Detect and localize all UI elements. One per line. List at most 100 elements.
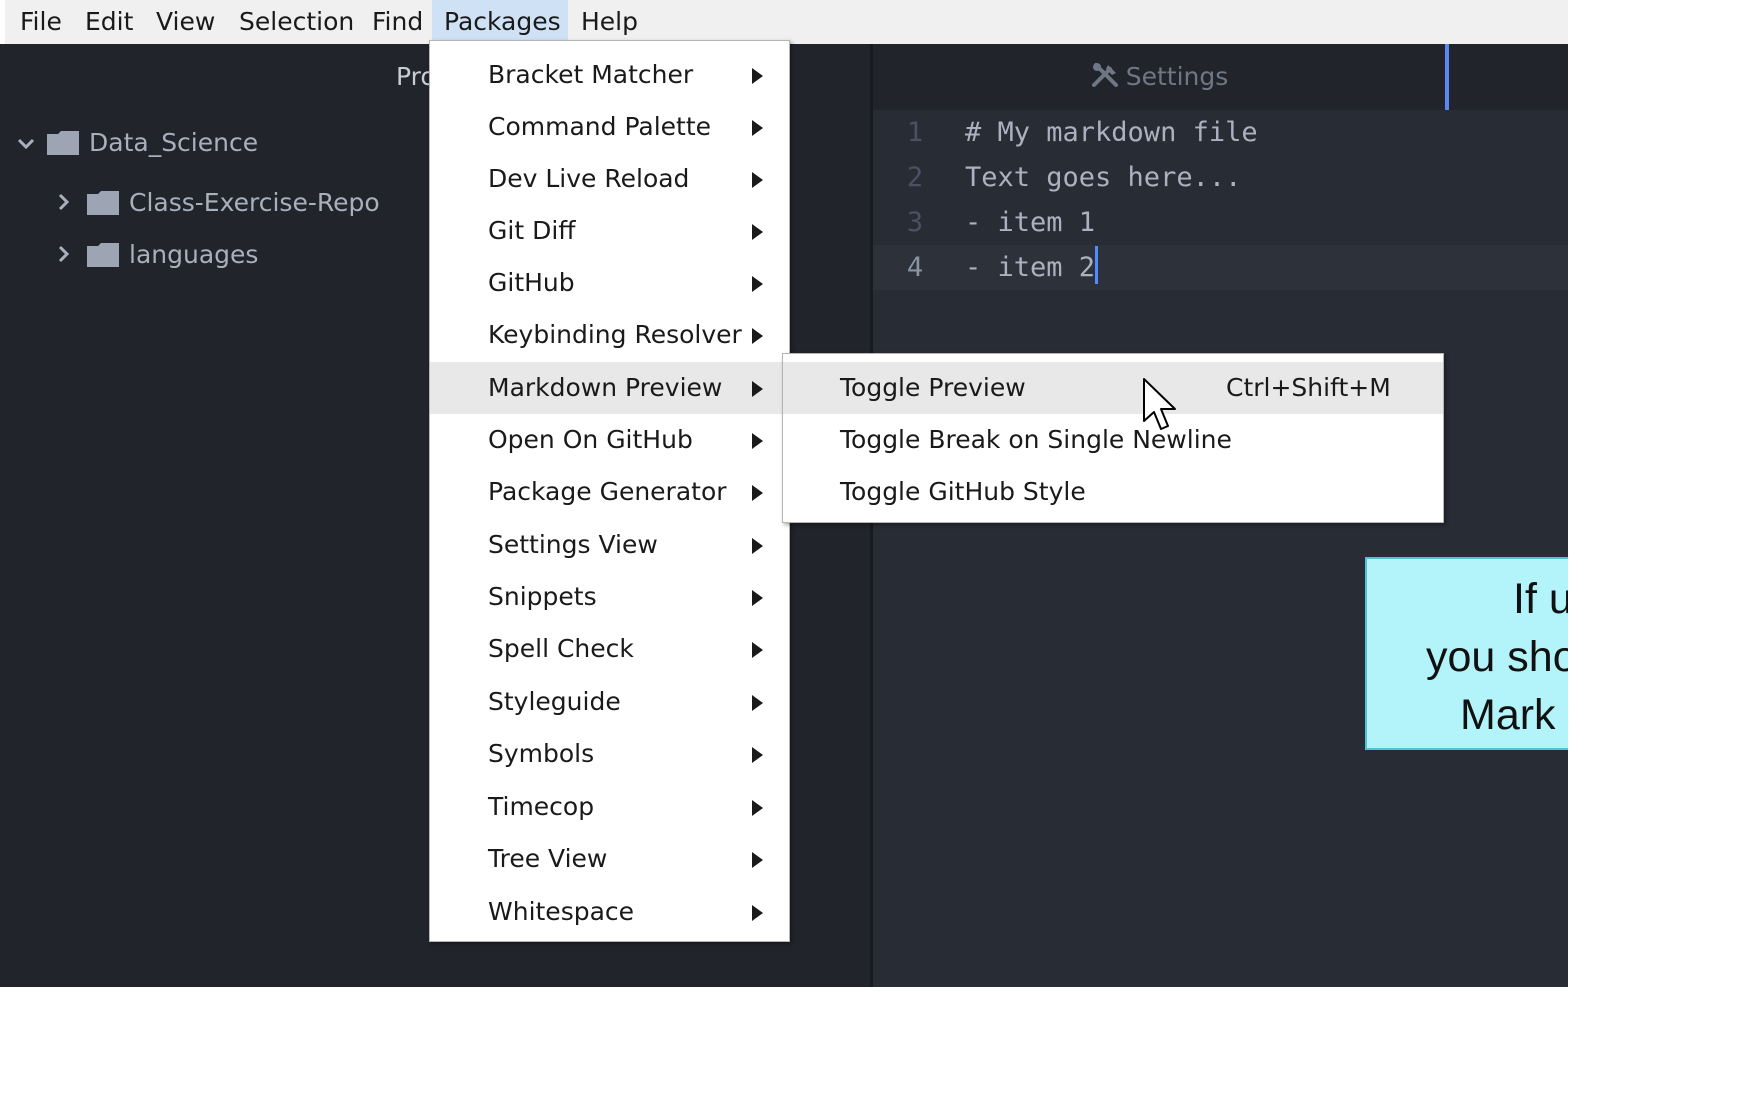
line-text-wrap: - item 2 — [965, 245, 1099, 290]
folder-icon — [87, 243, 119, 267]
folder-icon — [87, 191, 119, 215]
menu-view[interactable]: View — [144, 0, 227, 44]
menu-item-styleguide[interactable]: Styleguide — [430, 676, 789, 728]
menu-item-label: Timecop — [488, 792, 595, 821]
menu-item-tree-view[interactable]: Tree View — [430, 833, 789, 885]
menu-item-toggle-break-on-single-newline[interactable]: Toggle Break on Single Newline — [783, 414, 1443, 466]
code-line[interactable]: 2 Text goes here... — [873, 155, 1568, 200]
line-text: Text goes here... — [965, 162, 1242, 193]
markdown-preview-submenu: Toggle Preview Ctrl+Shift+M Toggle Break… — [782, 353, 1444, 523]
menu-item-keybinding-resolver[interactable]: Keybinding Resolver — [430, 309, 789, 361]
atom-window: File Edit View Selection Find Packages H… — [0, 0, 1568, 987]
line-number: 3 — [906, 207, 924, 238]
menu-item-snippets[interactable]: Snippets — [430, 571, 789, 623]
tools-icon — [1090, 50, 1120, 116]
menu-item-bracket-matcher[interactable]: Bracket Matcher — [430, 49, 789, 101]
menu-packages[interactable]: Packages — [432, 0, 568, 44]
menu-item-label: Markdown Preview — [488, 373, 723, 402]
tree-root-folder[interactable]: Data_Science — [17, 123, 258, 163]
menu-item-label: Keybinding Resolver — [488, 320, 742, 349]
line-number: 4 — [906, 252, 924, 283]
menu-item-label: Toggle GitHub Style — [840, 477, 1086, 506]
tree-view: Project Data_Science Class-Exercise-Repo… — [5, 44, 482, 987]
menu-item-markdown-preview[interactable]: Markdown Preview — [430, 362, 789, 414]
line-text: - item 2 — [965, 252, 1096, 283]
shortcut-label: Ctrl+Shift+M — [1226, 373, 1391, 402]
submenu-arrow-icon — [752, 433, 763, 449]
tree-item-label: languages — [129, 240, 259, 269]
callout-box: If u you sho Mark — [1365, 557, 1568, 750]
tab-label: Settings — [1125, 62, 1229, 91]
submenu-arrow-icon — [752, 695, 763, 711]
menu-item-label: Snippets — [488, 582, 597, 611]
menu-item-label: Tree View — [488, 844, 608, 873]
menu-item-github[interactable]: GitHub — [430, 257, 789, 309]
menu-item-symbols[interactable]: Symbols — [430, 728, 789, 780]
menu-item-label: Command Palette — [488, 112, 712, 141]
menu-bar: File Edit View Selection Find Packages H… — [0, 0, 1568, 44]
submenu-arrow-icon — [752, 68, 763, 84]
menu-item-label: Toggle Preview — [840, 373, 1026, 402]
menu-item-open-on-github[interactable]: Open On GitHub — [430, 414, 789, 466]
line-number: 2 — [906, 162, 924, 193]
submenu-arrow-icon — [752, 485, 763, 501]
submenu-arrow-icon — [752, 852, 763, 868]
tab-settings[interactable]: Settings — [873, 44, 1449, 110]
chevron-right-icon[interactable] — [57, 236, 79, 276]
menu-item-timecop[interactable]: Timecop — [430, 781, 789, 833]
menu-item-label: Spell Check — [488, 634, 634, 663]
line-text: - item 1 — [965, 207, 1096, 238]
submenu-arrow-icon — [752, 381, 763, 397]
code-line-current[interactable]: 4 - item 2 — [873, 245, 1568, 290]
menu-item-label: GitHub — [488, 268, 575, 297]
menu-item-command-palette[interactable]: Command Palette — [430, 101, 789, 153]
mouse-pointer-icon — [1142, 377, 1180, 437]
submenu-arrow-icon — [752, 538, 763, 554]
menu-item-whitespace[interactable]: Whitespace — [430, 886, 789, 938]
line-text: # My markdown file — [965, 117, 1258, 148]
menu-item-label: Package Generator — [488, 477, 727, 506]
submenu-arrow-icon — [752, 120, 763, 136]
menu-item-settings-view[interactable]: Settings View — [430, 519, 789, 571]
code-line[interactable]: 1 # My markdown file — [873, 110, 1568, 155]
folder-icon — [47, 131, 79, 155]
menu-item-label: Dev Live Reload — [488, 164, 690, 193]
code-line[interactable]: 3 - item 1 — [873, 200, 1568, 245]
menu-find[interactable]: Find — [360, 0, 435, 44]
menu-item-package-generator[interactable]: Package Generator — [430, 466, 789, 518]
chevron-right-icon[interactable] — [57, 184, 79, 224]
menu-item-label: Whitespace — [488, 897, 635, 926]
menu-help[interactable]: Help — [569, 0, 650, 44]
tree-item-folder[interactable]: Class-Exercise-Repo — [57, 183, 380, 223]
tree-item-label: Class-Exercise-Repo — [129, 188, 380, 217]
menu-item-toggle-github-style[interactable]: Toggle GitHub Style — [783, 466, 1443, 518]
tree-item-folder[interactable]: languages — [57, 235, 258, 275]
menu-item-label: Symbols — [488, 739, 595, 768]
submenu-arrow-icon — [752, 905, 763, 921]
menu-item-git-diff[interactable]: Git Diff — [430, 205, 789, 257]
submenu-arrow-icon — [752, 747, 763, 763]
submenu-arrow-icon — [752, 328, 763, 344]
menu-item-dev-live-reload[interactable]: Dev Live Reload — [430, 153, 789, 205]
menu-file[interactable]: File — [8, 0, 74, 44]
callout-line: Mark — [1460, 691, 1556, 739]
submenu-arrow-icon — [752, 172, 763, 188]
tree-root-label: Data_Science — [89, 128, 259, 157]
menu-item-label: Open On GitHub — [488, 425, 693, 454]
submenu-arrow-icon — [752, 590, 763, 606]
menu-selection[interactable]: Selection — [227, 0, 366, 44]
menu-item-toggle-preview[interactable]: Toggle Preview Ctrl+Shift+M — [783, 362, 1443, 414]
callout-line: If u — [1513, 575, 1568, 623]
submenu-arrow-icon — [752, 642, 763, 658]
menu-item-spell-check[interactable]: Spell Check — [430, 623, 789, 675]
menu-item-label: Settings View — [488, 530, 658, 559]
text-cursor — [1095, 246, 1099, 284]
menu-edit[interactable]: Edit — [73, 0, 145, 44]
submenu-arrow-icon — [752, 276, 763, 292]
line-number: 1 — [906, 117, 924, 148]
chevron-down-icon[interactable] — [17, 124, 39, 164]
menu-item-label: Bracket Matcher — [488, 60, 694, 89]
callout-line: you sho — [1426, 633, 1568, 681]
menu-item-label: Styleguide — [488, 687, 621, 716]
tab-bar: Settings — [873, 44, 1568, 110]
